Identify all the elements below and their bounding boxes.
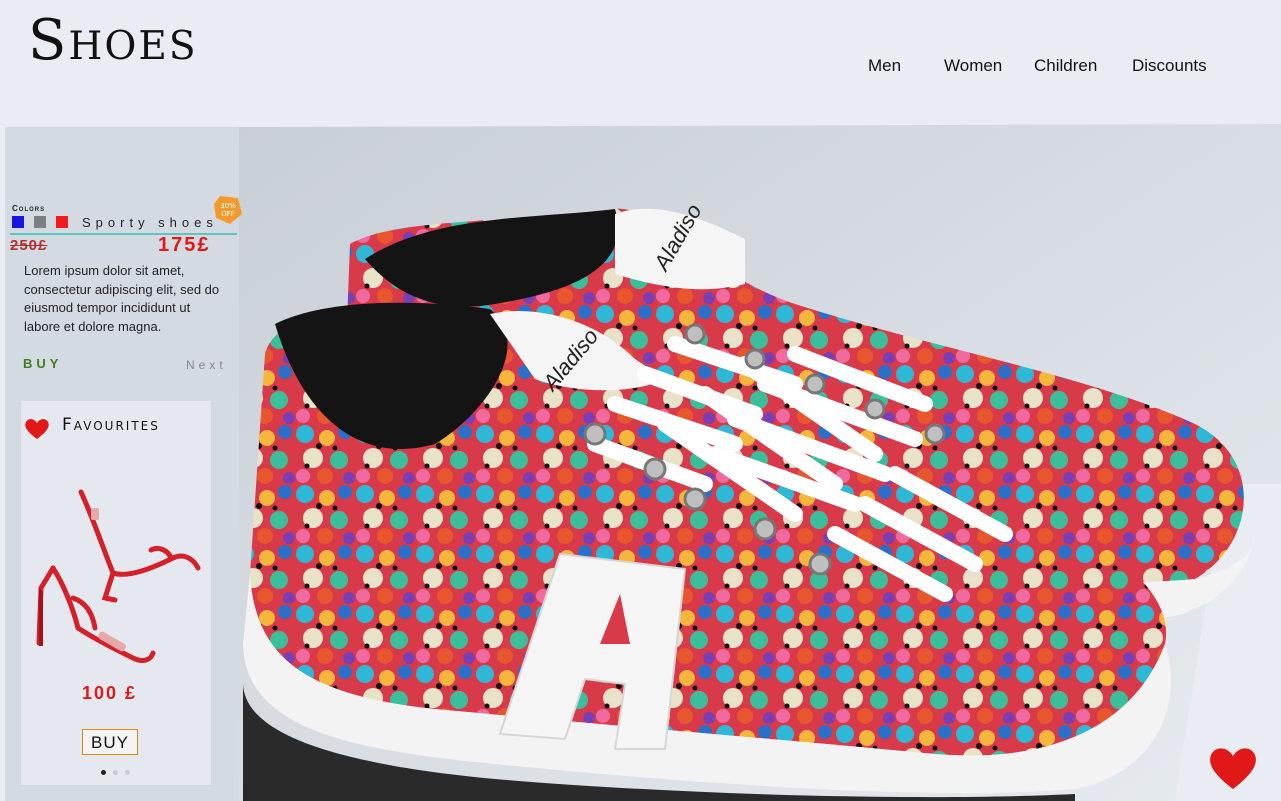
next-button[interactable]: Next — [186, 358, 227, 372]
favourite-price: 100 £ — [82, 683, 138, 703]
carousel-dot-1[interactable] — [101, 770, 106, 775]
buy-button[interactable]: BUY — [23, 356, 62, 371]
nav-women[interactable]: Women — [944, 56, 1002, 76]
nav-children[interactable]: Children — [1034, 56, 1097, 76]
favourite-buy-button[interactable]: BUY — [82, 729, 138, 755]
discount-badge-icon: 30% OFF — [214, 196, 242, 224]
svg-text:OFF: OFF — [221, 210, 235, 218]
add-to-favourites-heart-icon[interactable] — [1208, 745, 1258, 791]
nav-men[interactable]: Men — [868, 56, 901, 76]
product-name: Sporty shoes — [82, 215, 218, 230]
svg-text:30%: 30% — [220, 202, 236, 210]
hero-product-image: Aladiso Aladiso — [235, 124, 1281, 801]
carousel-dot-2[interactable] — [113, 770, 118, 775]
color-swatch-red[interactable] — [56, 216, 68, 228]
color-swatch-grey[interactable] — [34, 216, 46, 228]
main-nav: Men Women Children Discounts — [0, 56, 1281, 80]
colors-label: Colors — [12, 204, 46, 213]
heart-icon[interactable] — [24, 417, 50, 441]
old-price: 250£ — [10, 237, 48, 254]
favourites-title: Favourites — [62, 415, 160, 435]
new-price: 175£ — [158, 234, 211, 256]
product-description: Lorem ipsum dolor sit amet, consectetur … — [24, 263, 220, 334]
carousel-dot-3[interactable] — [125, 770, 130, 775]
color-swatch-blue[interactable] — [12, 216, 24, 228]
nav-discounts[interactable]: Discounts — [1132, 56, 1207, 76]
favourite-product-image[interactable] — [33, 488, 203, 673]
